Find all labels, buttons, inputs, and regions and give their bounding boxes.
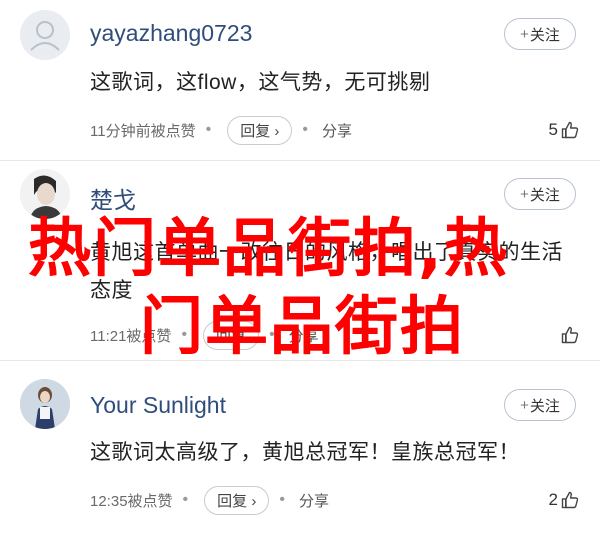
comment-text: 这歌词太高级了，黄旭总冠军！皇族总冠军！	[90, 441, 520, 464]
reply-button[interactable]: 回复 ›	[204, 485, 270, 515]
like-count: 2	[548, 490, 558, 509]
share-button[interactable]: 分享	[299, 490, 329, 511]
timestamp: 12:35被点赞	[90, 492, 173, 510]
timestamp: 11分钟前被点赞	[90, 122, 196, 140]
comment-text: 这歌词，这flow，这气势，无可挑剔	[90, 71, 431, 94]
avatar[interactable]	[20, 379, 70, 429]
thumbs-up-icon	[561, 326, 579, 344]
share-button[interactable]: 分享	[322, 120, 352, 141]
follow-button[interactable]: + 关注	[504, 18, 576, 50]
thumbs-up-icon	[561, 491, 579, 509]
follow-button[interactable]: + 关注	[504, 389, 576, 421]
avatar[interactable]	[20, 10, 70, 60]
separator-dot: •	[279, 491, 285, 508]
like-count: 5	[548, 120, 558, 139]
username[interactable]: Your Sunlight	[90, 392, 226, 419]
like-button[interactable]: 2	[549, 490, 580, 510]
follow-button[interactable]: + 关注	[504, 178, 576, 210]
separator-dot: •	[205, 121, 212, 138]
like-button[interactable]	[558, 325, 580, 345]
follow-label: 关注	[529, 397, 560, 415]
thumbs-up-icon	[561, 121, 579, 139]
reply-button[interactable]: 回复 ›	[227, 115, 293, 145]
plus-icon: +	[520, 396, 529, 414]
default-avatar-icon	[20, 10, 70, 60]
follow-label: 关注	[529, 26, 560, 44]
comment-3: Your Sunlight + 关注 这歌词太高级了，黄旭总冠军！皇族总冠军！ …	[0, 360, 600, 534]
username[interactable]: yayazhang0723	[90, 20, 252, 47]
comment-meta: 11分钟前被点赞 • 回复 › • 分享 5	[90, 115, 580, 145]
separator-dot: •	[182, 491, 189, 508]
comment-1: yayazhang0723 + 关注 这歌词，这flow，这气势，无可挑剔 11…	[0, 0, 600, 160]
follow-label: 关注	[529, 186, 560, 204]
like-button[interactable]: 5	[549, 120, 580, 140]
plus-icon: +	[520, 25, 529, 43]
user-photo-icon	[20, 379, 70, 429]
comment-meta: 12:35被点赞 • 回复 › • 分享 2	[90, 485, 580, 515]
plus-icon: +	[520, 185, 529, 203]
separator-dot: •	[302, 121, 308, 138]
overlay-text-line-2: 门单品街拍	[140, 290, 465, 363]
